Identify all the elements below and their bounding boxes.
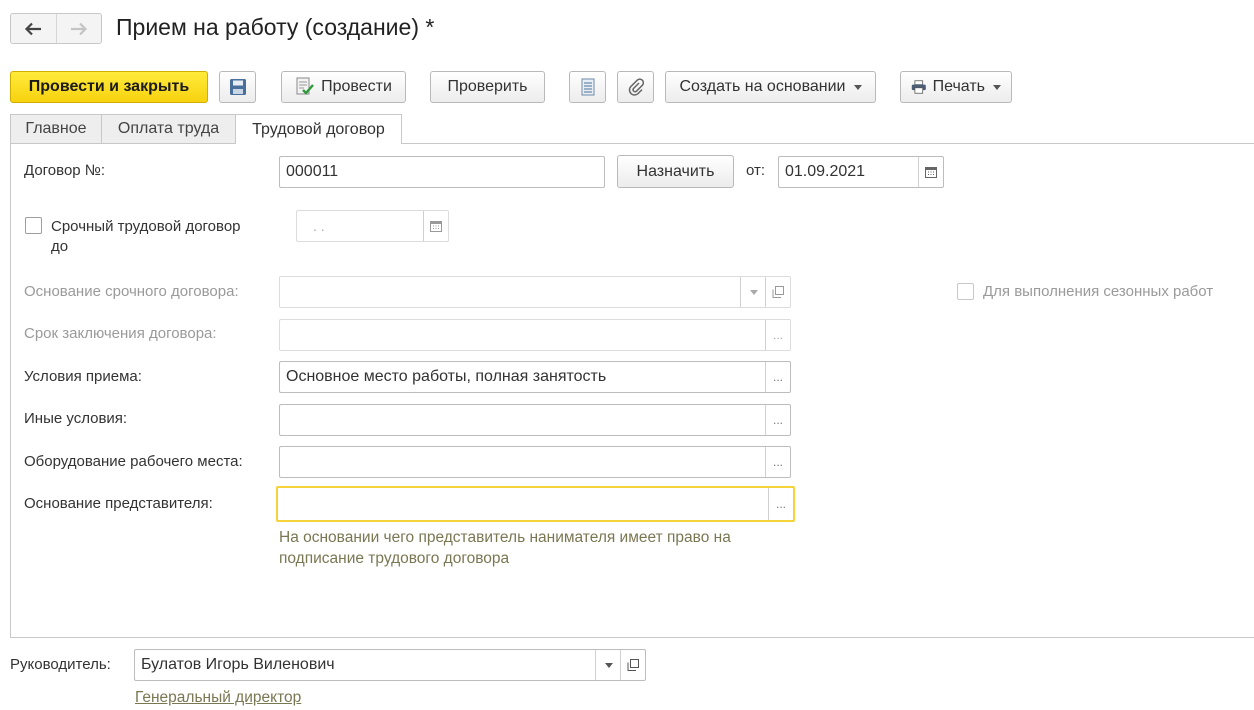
- rep-basis-hint-line2: подписание трудового договора: [279, 550, 510, 567]
- rep-basis-hint-line1: На основании чего представитель нанимате…: [279, 529, 731, 546]
- fixed-term-basis-dropdown[interactable]: [740, 277, 765, 307]
- manager-position-link[interactable]: Генеральный директор: [135, 689, 301, 707]
- fixed-term-date-input[interactable]: . .: [296, 210, 449, 242]
- conclusion-period-input[interactable]: ...: [279, 319, 791, 351]
- open-window-icon: [772, 286, 784, 298]
- fixed-term-label: Срочный трудовой договор до: [51, 217, 241, 257]
- post-and-close-button[interactable]: Провести и закрыть: [10, 71, 208, 103]
- chevron-down-icon: [993, 84, 1001, 90]
- save-button[interactable]: [219, 71, 256, 103]
- conditions-label: Условия приема:: [24, 368, 142, 385]
- assign-number-button[interactable]: Назначить: [617, 155, 734, 188]
- post-button[interactable]: Провести: [281, 71, 406, 103]
- active-tab-connector: [236, 142, 401, 144]
- tab-main[interactable]: Главное: [10, 114, 102, 143]
- journal-button[interactable]: [569, 71, 606, 103]
- rep-basis-select-button[interactable]: ...: [768, 488, 793, 520]
- equipment-label: Оборудование рабочего места:: [24, 453, 243, 470]
- rep-basis-label: Основание представителя:: [24, 495, 213, 512]
- page-title: Прием на работу (создание) *: [116, 14, 435, 40]
- manager-label: Руководитель:: [10, 656, 111, 673]
- fixed-term-label-line2: до: [51, 238, 69, 255]
- rep-basis-input[interactable]: ...: [276, 486, 795, 522]
- list-icon: [581, 78, 594, 96]
- arrow-left-icon: [25, 22, 42, 35]
- seasonal-work-label: Для выполнения сезонных работ: [983, 283, 1214, 300]
- chevron-down-icon: [605, 662, 613, 668]
- post-document-icon: [296, 77, 315, 95]
- tab-payroll[interactable]: Оплата труда: [101, 114, 236, 143]
- manager-select[interactable]: Булатов Игорь Виленович: [134, 649, 646, 681]
- navigation-buttons: [10, 13, 102, 44]
- conclusion-period-label: Срок заключения договора:: [24, 325, 217, 342]
- create-based-on-label: Создать на основании: [679, 78, 846, 95]
- chevron-down-icon: [750, 289, 758, 295]
- seasonal-work-checkbox[interactable]: [957, 283, 974, 300]
- check-button[interactable]: Проверить: [430, 71, 545, 103]
- contract-number-input[interactable]: 000011: [279, 156, 605, 188]
- paperclip-icon: [628, 78, 644, 96]
- calendar-icon: [925, 167, 937, 178]
- back-button[interactable]: [11, 14, 56, 43]
- chevron-down-icon: [853, 84, 862, 90]
- other-conditions-label: Иные условия:: [24, 410, 128, 427]
- manager-open-button[interactable]: [620, 650, 645, 680]
- equipment-input[interactable]: ...: [279, 446, 791, 478]
- other-conditions-select-button[interactable]: ...: [765, 405, 790, 435]
- conditions-select-button[interactable]: ...: [765, 362, 790, 392]
- fixed-term-basis-label: Основание срочного договора:: [24, 283, 239, 300]
- print-button[interactable]: Печать: [900, 71, 1012, 103]
- printer-icon: [911, 80, 926, 94]
- print-button-label: Печать: [932, 78, 985, 95]
- rep-basis-hint: На основании чего представитель нанимате…: [279, 527, 799, 569]
- fixed-term-basis-open-button[interactable]: [765, 277, 790, 307]
- calendar-button-fixed-term[interactable]: [423, 211, 448, 241]
- post-button-label: Провести: [321, 78, 392, 95]
- fixed-term-label-line1: Срочный трудовой договор: [51, 218, 241, 235]
- tab-employment-contract[interactable]: Трудовой договор: [235, 114, 402, 144]
- from-date-input[interactable]: 01.09.2021: [778, 156, 944, 188]
- conclusion-period-select-button[interactable]: ...: [765, 320, 790, 350]
- from-date-value: 01.09.2021: [785, 163, 866, 180]
- fixed-term-basis-select[interactable]: [279, 276, 791, 308]
- open-window-icon: [627, 659, 639, 671]
- contract-number-label: Договор №:: [24, 162, 106, 179]
- forward-button[interactable]: [55, 14, 102, 43]
- create-based-on-button[interactable]: Создать на основании: [665, 71, 876, 103]
- conditions-input[interactable]: Основное место работы, полная занятость …: [279, 361, 791, 393]
- fixed-term-checkbox[interactable]: [25, 217, 42, 234]
- arrow-right-icon: [70, 22, 87, 35]
- manager-value: Булатов Игорь Виленович: [141, 656, 335, 673]
- from-date-label: от:: [746, 162, 766, 179]
- calendar-button[interactable]: [918, 157, 943, 187]
- save-icon: [229, 79, 246, 95]
- manager-dropdown-button[interactable]: [595, 650, 620, 680]
- calendar-icon: [430, 221, 442, 232]
- equipment-select-button[interactable]: ...: [765, 447, 790, 477]
- conditions-value: Основное место работы, полная занятость: [286, 368, 607, 385]
- fixed-term-date-value: . .: [313, 218, 325, 234]
- other-conditions-input[interactable]: ...: [279, 404, 791, 436]
- attach-button[interactable]: [617, 71, 654, 103]
